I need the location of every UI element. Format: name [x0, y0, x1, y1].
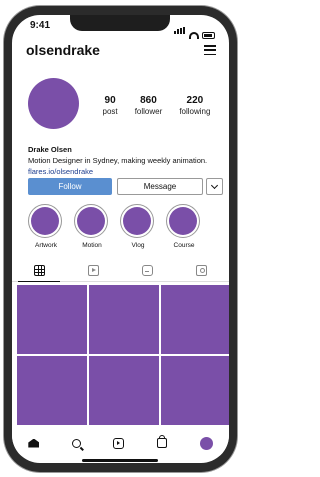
profile-stats: 90 post 860 follower 220 following [94, 95, 219, 116]
highlight-course[interactable]: Course [166, 204, 202, 249]
highlight-label: Course [173, 242, 195, 249]
highlight-motion[interactable]: Motion [74, 204, 110, 249]
highlight-vlog[interactable]: Vlog [120, 204, 156, 249]
reels-icon [87, 264, 99, 276]
stat-value: 90 [104, 95, 116, 106]
stat-value: 220 [186, 95, 204, 106]
post-thumbnail[interactable] [17, 356, 87, 425]
highlight-ring [74, 204, 108, 238]
highlight-artwork[interactable]: Artwork [28, 204, 64, 249]
tab-igtv[interactable] [121, 259, 175, 281]
bottom-nav [12, 430, 229, 456]
highlight-ring [166, 204, 200, 238]
profile-actions: Follow Message [28, 178, 223, 195]
profile-header: olsendrake [26, 42, 216, 60]
post-grid [17, 285, 229, 425]
highlight-label: Vlog [131, 242, 145, 249]
highlight-ring [28, 204, 62, 238]
avatar[interactable] [28, 78, 79, 129]
shop-icon[interactable] [157, 435, 168, 448]
stat-posts[interactable]: 90 post [103, 95, 118, 116]
status-time: 9:41 [30, 20, 51, 31]
stat-following[interactable]: 220 following [179, 95, 210, 116]
menu-icon[interactable] [204, 45, 216, 55]
tab-reels[interactable] [66, 259, 120, 281]
tab-posts[interactable] [12, 259, 66, 282]
message-button[interactable]: Message [117, 178, 203, 195]
post-thumbnail[interactable] [161, 356, 229, 425]
reels-icon[interactable] [113, 437, 125, 449]
wifi-icon [189, 32, 199, 39]
post-thumbnail[interactable] [89, 356, 159, 425]
stat-followers[interactable]: 860 follower [135, 95, 163, 116]
post-thumbnail[interactable] [89, 285, 159, 354]
username: olsendrake [26, 42, 100, 58]
stat-label: post [102, 107, 118, 116]
stat-value: 860 [140, 95, 157, 106]
profile-tabs [12, 259, 229, 282]
chevron-down-icon [210, 181, 219, 189]
home-indicator[interactable] [82, 459, 158, 462]
bio: Drake Olsen Motion Designer in Sydney, m… [28, 144, 223, 177]
bio-link[interactable]: flares.io/olsendrake [28, 166, 223, 177]
follow-button[interactable]: Follow [28, 178, 112, 195]
tagged-icon [196, 264, 208, 276]
phone-frame: 9:41 olsendrake 90 post 860 follower 220… [4, 6, 237, 472]
display-name: Drake Olsen [28, 145, 72, 154]
more-button[interactable] [206, 178, 223, 195]
screen: 9:41 olsendrake 90 post 860 follower 220… [12, 15, 229, 463]
stat-label: following [179, 107, 211, 116]
signal-icon [174, 21, 186, 39]
search-icon[interactable] [71, 438, 81, 448]
highlight-ring [120, 204, 154, 238]
home-icon[interactable] [28, 438, 40, 448]
grid-icon [33, 264, 45, 276]
profile-icon[interactable] [199, 436, 213, 450]
igtv-icon [142, 264, 154, 276]
status-icons [174, 21, 215, 39]
story-highlights: Artwork Motion Vlog Course [28, 204, 223, 249]
post-thumbnail[interactable] [161, 285, 229, 354]
highlight-label: Motion [82, 242, 102, 249]
stat-label: follower [134, 107, 163, 116]
bio-text: Motion Designer in Sydney, making weekly… [28, 156, 208, 165]
post-thumbnail[interactable] [17, 285, 87, 354]
notch [70, 15, 170, 31]
tab-tagged[interactable] [175, 259, 229, 281]
battery-icon [202, 32, 215, 39]
highlight-label: Artwork [34, 242, 58, 249]
